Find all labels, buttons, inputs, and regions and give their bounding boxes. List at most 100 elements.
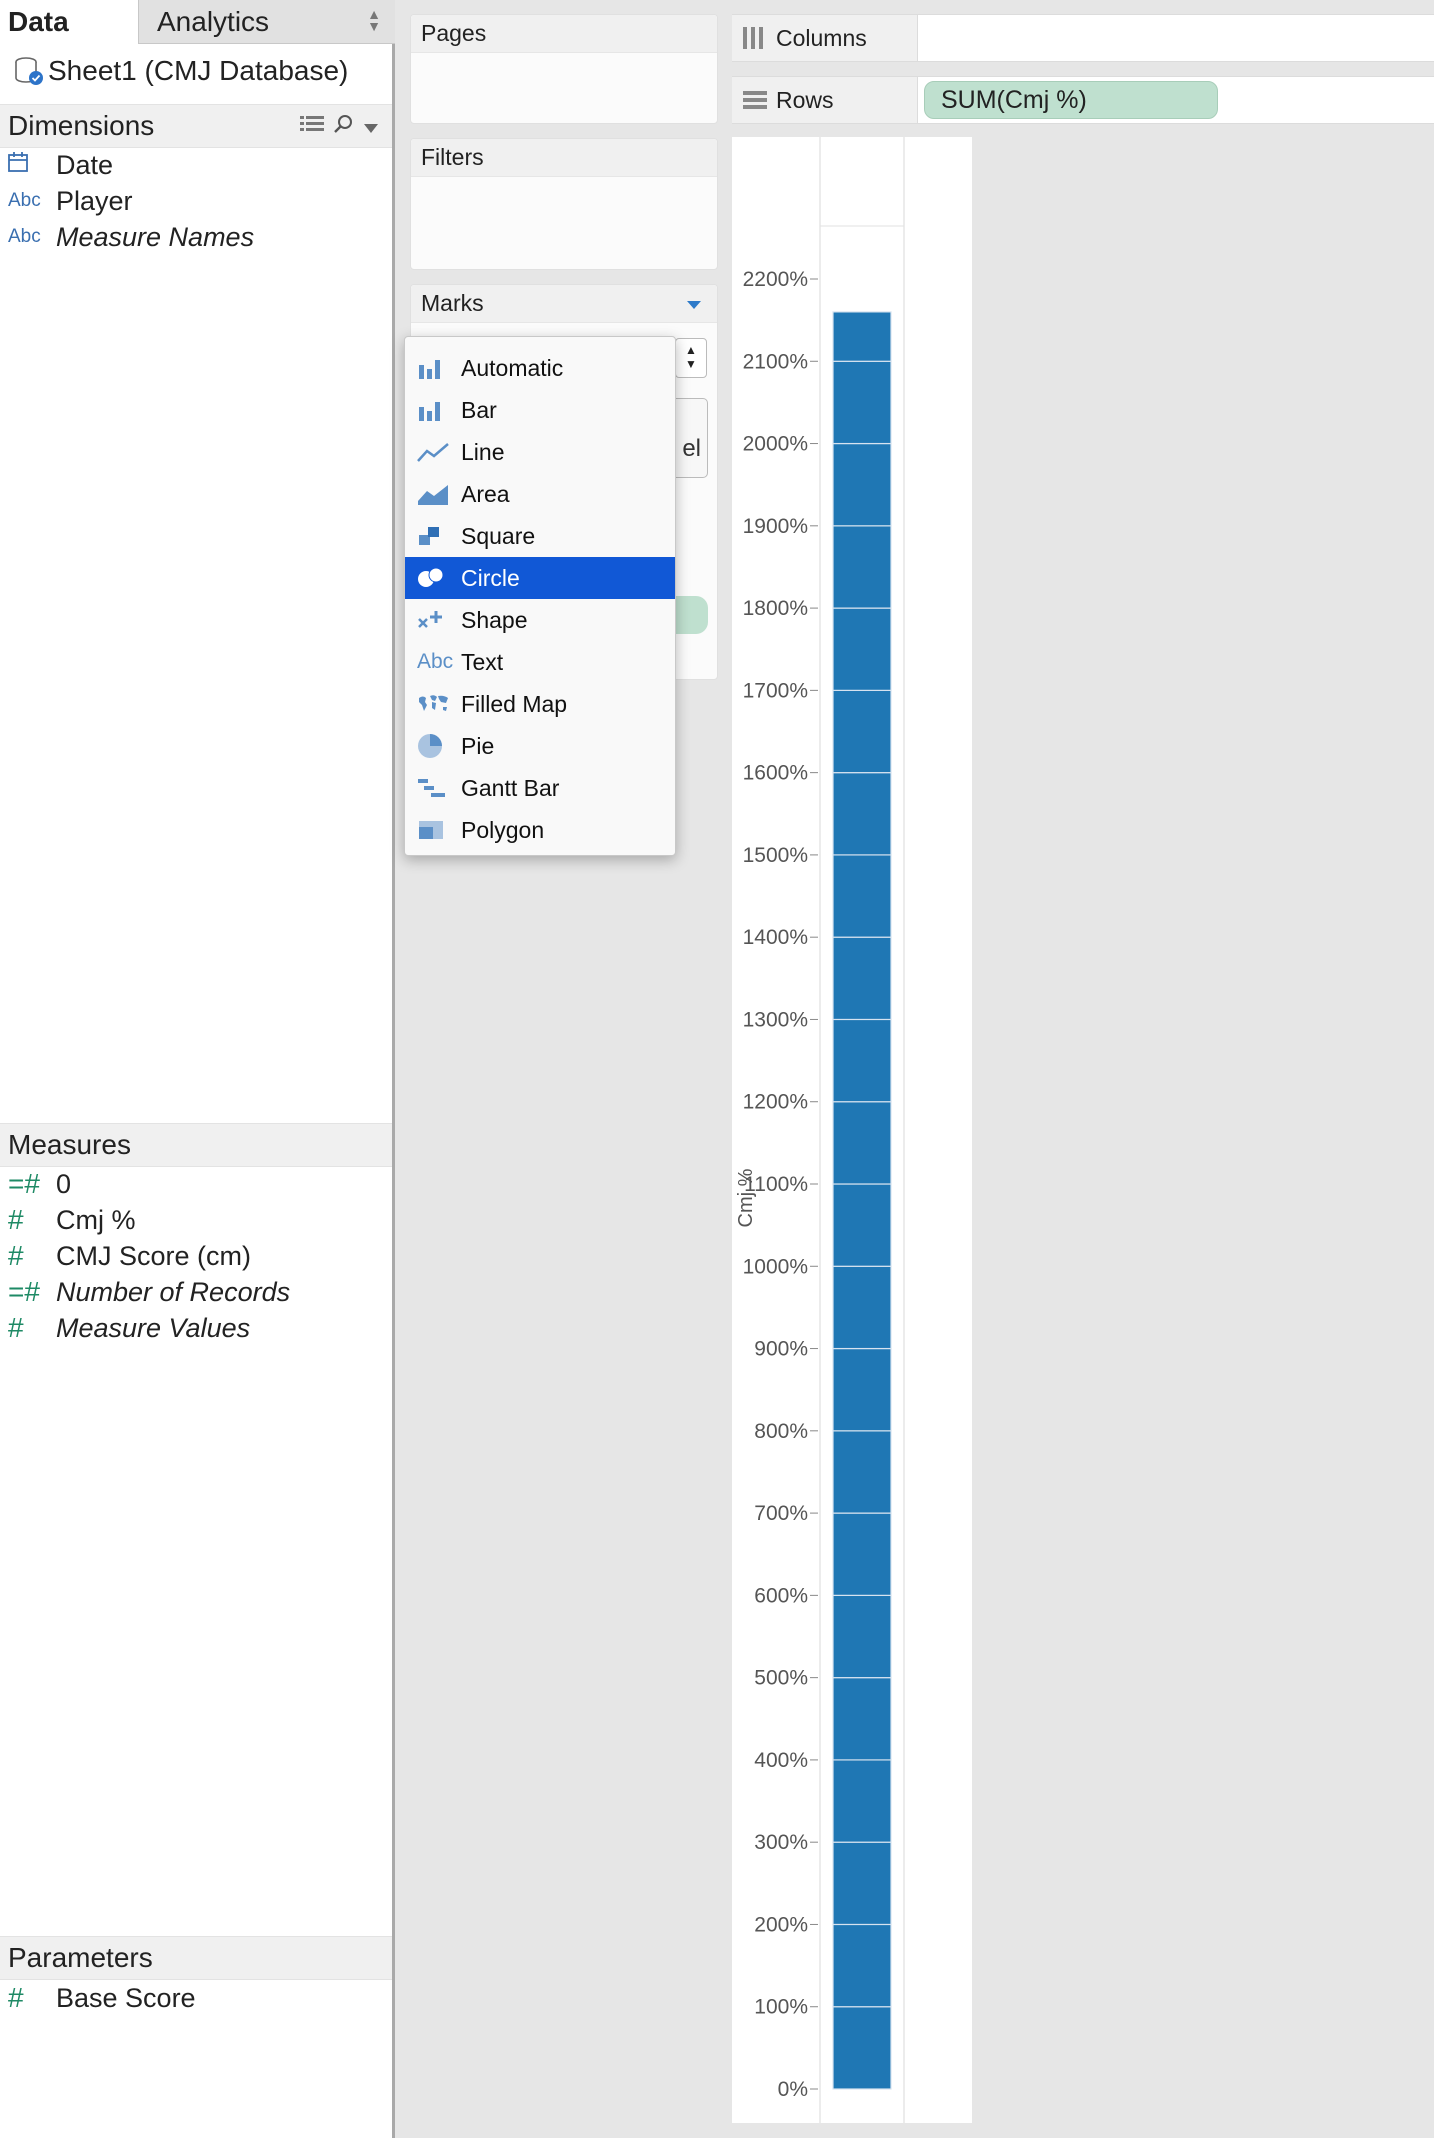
menu-item-line[interactable]: Line [405,431,675,473]
datasource-item[interactable]: Sheet1 (CMJ Database) [12,54,348,88]
rows-pill-sum-cmj[interactable]: SUM(Cmj %) [924,81,1218,119]
bar-segment[interactable] [832,442,892,527]
marks-title: Marks [411,285,717,323]
datasource-name: Sheet1 (CMJ Database) [48,55,349,86]
bar-segment[interactable] [832,1183,892,1267]
search-icon[interactable] [334,114,354,140]
abc-icon: Abc [8,190,41,211]
rows-pill-label: SUM(Cmj %) [941,85,1087,114]
mark-type-select-arrows[interactable]: ▲ ▼ [675,338,707,378]
rows-shelf-label: Rows [732,77,918,123]
parameters-title: Parameters [8,1942,153,1973]
text-icon: Abc [417,650,454,673]
y-axis-title: Cmj % [735,1168,757,1227]
menu-item-polygon[interactable]: Polygon [405,809,675,851]
dimension-field-measure-names[interactable]: Abc Measure Names [0,219,254,255]
bar-segment[interactable] [832,689,892,774]
y-tick-label: 1800% [743,597,808,620]
bar-segment[interactable] [832,525,892,609]
bar-segment[interactable] [832,2006,892,2090]
area-icon [417,479,461,509]
chevron-down-icon[interactable] [364,114,378,140]
menu-item-gantt-bar[interactable]: Gantt Bar [405,767,675,809]
measure-icon: # [8,1982,24,2013]
dimensions-title: Dimensions [8,110,155,141]
y-tick-label: 600% [754,1584,808,1607]
bar-segment[interactable] [832,854,892,938]
measure-field-0[interactable]: =# 0 [0,1166,71,1202]
columns-shelf[interactable]: Columns [732,14,1434,62]
bar-segment[interactable] [832,1265,892,1350]
bar-segment[interactable] [832,1347,892,1432]
bar-segment[interactable] [832,360,892,445]
menu-item-label: Line [461,438,505,465]
y-tick-label: 700% [754,1502,808,1525]
menu-item-square[interactable]: Square [405,515,675,557]
bar-segment[interactable] [832,772,892,856]
filters-title: Filters [411,139,717,177]
chevron-down-icon[interactable] [687,301,701,309]
menu-item-automatic[interactable]: Automatic [405,347,675,389]
bar-segment[interactable] [832,1594,892,1679]
parameter-field-base-score[interactable]: # Base Score [0,1980,196,2016]
menu-item-text[interactable]: Abc Text [405,641,675,683]
field-name: Base Score [56,1982,196,2013]
measure-field-number-of-records[interactable]: =# Number of Records [0,1274,290,1310]
mark-type-menu[interactable]: Automatic Bar Line Area Square Circle Sh… [404,336,676,856]
bar-segment[interactable] [832,1101,892,1185]
dimension-field-date[interactable]: Date [0,147,113,183]
bar-segment[interactable] [832,1677,892,1761]
measure-field-measure-values[interactable]: # Measure Values [0,1310,250,1346]
bar-layer [832,311,892,2090]
bar-segment[interactable] [832,936,892,1021]
bar-segment[interactable] [832,311,892,362]
pages-card[interactable]: Pages [410,14,718,124]
gantt-bar-icon [417,773,461,803]
filters-card[interactable]: Filters [410,138,718,270]
menu-item-filled-map[interactable]: Filled Map [405,683,675,725]
bar-segment[interactable] [832,1759,892,1843]
y-tick-label: 500% [754,1667,808,1690]
y-tick-label: 1000% [743,1255,808,1278]
bar-segment[interactable] [832,1018,892,1103]
y-tick-label: 2000% [743,433,808,456]
measure-icon: # [8,1312,24,1343]
y-tick-label: 800% [754,1420,808,1443]
bar-icon [417,395,461,425]
bar-segment[interactable] [832,607,892,691]
bar-segment[interactable] [832,1430,892,1514]
label-button-text: el [682,435,701,462]
bar-segment[interactable] [832,1841,892,1926]
menu-item-area[interactable]: Area [405,473,675,515]
sort-arrows-icon[interactable]: ▲ ▼ [367,7,381,33]
pie-icon [417,731,461,761]
measure-field-cmj-score[interactable]: # CMJ Score (cm) [0,1238,251,1274]
menu-item-label: Gantt Bar [461,774,560,801]
dimension-field-player[interactable]: Abc Player [0,183,133,219]
bar-segment[interactable] [832,1512,892,1596]
bar-segment[interactable] [832,1923,892,2008]
tab-analytics[interactable]: Analytics ▲ ▼ [139,0,395,44]
y-tick-label: 1900% [743,515,808,538]
rows-icon [742,87,776,113]
square-icon [417,521,461,551]
line-icon [417,437,461,467]
measure-field-cmj-percent[interactable]: # Cmj % [0,1202,136,1238]
tab-data[interactable]: Data [0,0,139,44]
rows-label-text: Rows [776,86,834,113]
menu-item-circle[interactable]: Circle [405,557,675,599]
tab-data-label: Data [8,6,69,37]
menu-item-shape[interactable]: Shape [405,599,675,641]
polygon-icon [417,815,461,845]
circle-icon [417,563,461,593]
menu-item-pie[interactable]: Pie [405,725,675,767]
list-view-icon[interactable] [300,114,324,140]
menu-item-bar[interactable]: Bar [405,389,675,431]
y-tick-label: 200% [754,1913,808,1936]
menu-item-label: Bar [461,396,497,423]
calc-measure-icon: =# [8,1276,40,1307]
y-tick-label: 100% [754,1996,808,2019]
field-name: Number of Records [56,1276,291,1307]
measure-icon: # [8,1204,24,1235]
tab-analytics-label: Analytics [157,5,270,37]
